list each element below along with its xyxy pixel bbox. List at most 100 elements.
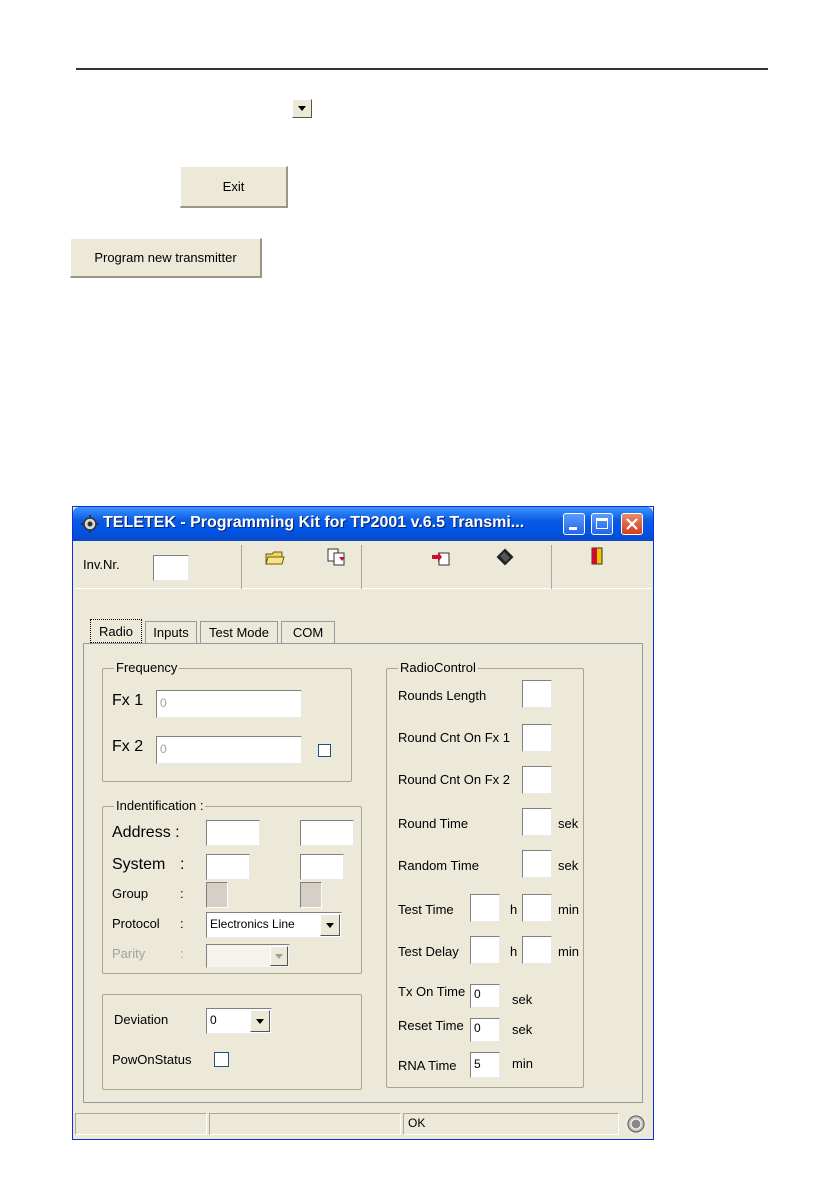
chevron-down-icon: [275, 953, 283, 959]
program-new-transmitter-button[interactable]: Program new transmitter: [70, 238, 262, 278]
rna-time-input[interactable]: 5: [470, 1052, 500, 1078]
system-input-2[interactable]: [300, 854, 344, 880]
round-cnt-fx2-input[interactable]: [522, 766, 552, 794]
status-cell-1: [75, 1113, 207, 1135]
rounds-length-label: Rounds Length: [398, 688, 487, 703]
window-title: TELETEK - Programming Kit for TP2001 v.6…: [103, 514, 525, 531]
rna-time-value: 5: [474, 1057, 481, 1071]
reset-time-value: 0: [474, 1021, 481, 1035]
round-time-input[interactable]: [522, 808, 552, 836]
test-delay-h-unit: h: [510, 944, 518, 959]
round-cnt-fx2-label: Round Cnt On Fx 2: [398, 772, 510, 787]
toolbar-divider: [361, 545, 362, 589]
toolbar-divider: [241, 545, 242, 589]
fx2-input[interactable]: 0: [156, 736, 302, 764]
fx2-label: Fx 2: [112, 738, 144, 755]
protocol-label: Protocol: [112, 916, 160, 931]
status-bar: OK: [75, 1111, 651, 1137]
open-folder-icon[interactable]: [265, 549, 285, 567]
system-label: System: [112, 856, 166, 873]
tx-on-time-value: 0: [474, 987, 481, 1001]
parity-dropdown-button: [270, 946, 288, 966]
deviation-dropdown-button[interactable]: [250, 1010, 270, 1032]
tx-on-time-input[interactable]: 0: [470, 984, 500, 1008]
reset-time-input[interactable]: 0: [470, 1018, 500, 1042]
frequency-legend: Frequency: [114, 660, 180, 675]
rna-time-label: RNA Time: [398, 1058, 457, 1073]
protocol-select[interactable]: Electronics Line: [206, 912, 342, 938]
chip-icon[interactable]: [495, 548, 515, 566]
deviation-label: Deviation: [114, 1012, 169, 1027]
read-device-icon[interactable]: [431, 549, 451, 567]
protocol-dropdown-button[interactable]: [320, 914, 340, 936]
frequency-group: [102, 668, 352, 782]
address-input-1[interactable]: [206, 820, 260, 846]
fx2-checkbox[interactable]: [318, 744, 331, 757]
protocol-colon: :: [180, 916, 184, 931]
status-cell-2: [209, 1113, 401, 1135]
tab-test-mode[interactable]: Test Mode: [200, 621, 278, 643]
tx-on-time-unit: sek: [512, 992, 533, 1007]
test-time-h-unit: h: [510, 902, 518, 917]
random-time-unit: sek: [558, 858, 579, 873]
test-delay-label: Test Delay: [398, 944, 459, 959]
rna-time-unit: min: [512, 1056, 533, 1071]
rounds-length-input[interactable]: [522, 680, 552, 708]
reset-time-unit: sek: [512, 1022, 533, 1037]
test-time-label: Test Time: [398, 902, 454, 917]
test-delay-hours-input[interactable]: [470, 936, 500, 964]
chevron-down-icon: [256, 1018, 264, 1024]
address-input-2[interactable]: [300, 820, 354, 846]
minimize-icon: [569, 527, 577, 530]
parity-colon: :: [180, 946, 184, 961]
test-delay-min-unit: min: [558, 944, 579, 959]
tab-radio[interactable]: Radio: [90, 619, 142, 643]
group-label: Group: [112, 886, 149, 901]
deviation-select[interactable]: 0: [206, 1008, 272, 1034]
close-button[interactable]: [621, 513, 643, 535]
inv-nr-input[interactable]: [153, 555, 189, 581]
fx1-label: Fx 1: [112, 692, 144, 709]
reset-time-label: Reset Time: [398, 1018, 464, 1033]
teletek-window: TELETEK - Programming Kit for TP2001 v.6…: [72, 506, 654, 1140]
tab-panel: Frequency Fx 1 0 Fx 2 0 Indentification …: [83, 643, 643, 1103]
test-delay-min-input[interactable]: [522, 936, 552, 964]
round-cnt-fx1-input[interactable]: [522, 724, 552, 752]
fx1-value: 0: [160, 696, 167, 710]
dropdown-arrow-button[interactable]: [292, 99, 312, 118]
inv-nr-label: Inv.Nr.: [83, 557, 120, 572]
identification-legend: Indentification :: [114, 798, 206, 813]
exit-door-icon[interactable]: [587, 547, 607, 565]
maximize-button[interactable]: [591, 513, 613, 535]
random-time-label: Random Time: [398, 858, 479, 873]
minimize-button[interactable]: [563, 513, 585, 535]
title-bar[interactable]: TELETEK - Programming Kit for TP2001 v.6…: [73, 507, 653, 541]
parity-label: Parity: [112, 946, 146, 961]
page-header-rule: [76, 68, 768, 70]
fx1-input[interactable]: 0: [156, 690, 302, 718]
powon-checkbox[interactable]: [214, 1052, 229, 1067]
round-time-label: Round Time: [398, 816, 469, 831]
group-input-1: [206, 882, 228, 908]
parity-select: [206, 944, 290, 968]
status-cell-3: OK: [403, 1113, 619, 1135]
save-icon[interactable]: [327, 548, 347, 566]
system-input-1[interactable]: [206, 854, 250, 880]
chevron-down-icon: [298, 106, 306, 111]
random-time-input[interactable]: [522, 850, 552, 878]
test-time-min-unit: min: [558, 902, 579, 917]
chevron-down-icon: [326, 922, 334, 928]
test-time-min-input[interactable]: [522, 894, 552, 922]
round-cnt-fx1-label: Round Cnt On Fx 1: [398, 730, 510, 745]
tab-inputs[interactable]: Inputs: [145, 621, 197, 643]
exit-button[interactable]: Exit: [180, 166, 288, 208]
address-label: Address :: [112, 824, 180, 841]
fx2-value: 0: [160, 742, 167, 756]
test-time-hours-input[interactable]: [470, 894, 500, 922]
tx-on-time-label: Tx On Time: [398, 984, 466, 999]
powon-label: PowOnStatus: [112, 1052, 192, 1067]
toolbar: Inv.Nr.: [75, 543, 651, 589]
group-colon: :: [180, 886, 184, 901]
tab-com[interactable]: COM: [281, 621, 335, 643]
status-indicator-icon: [627, 1115, 645, 1133]
